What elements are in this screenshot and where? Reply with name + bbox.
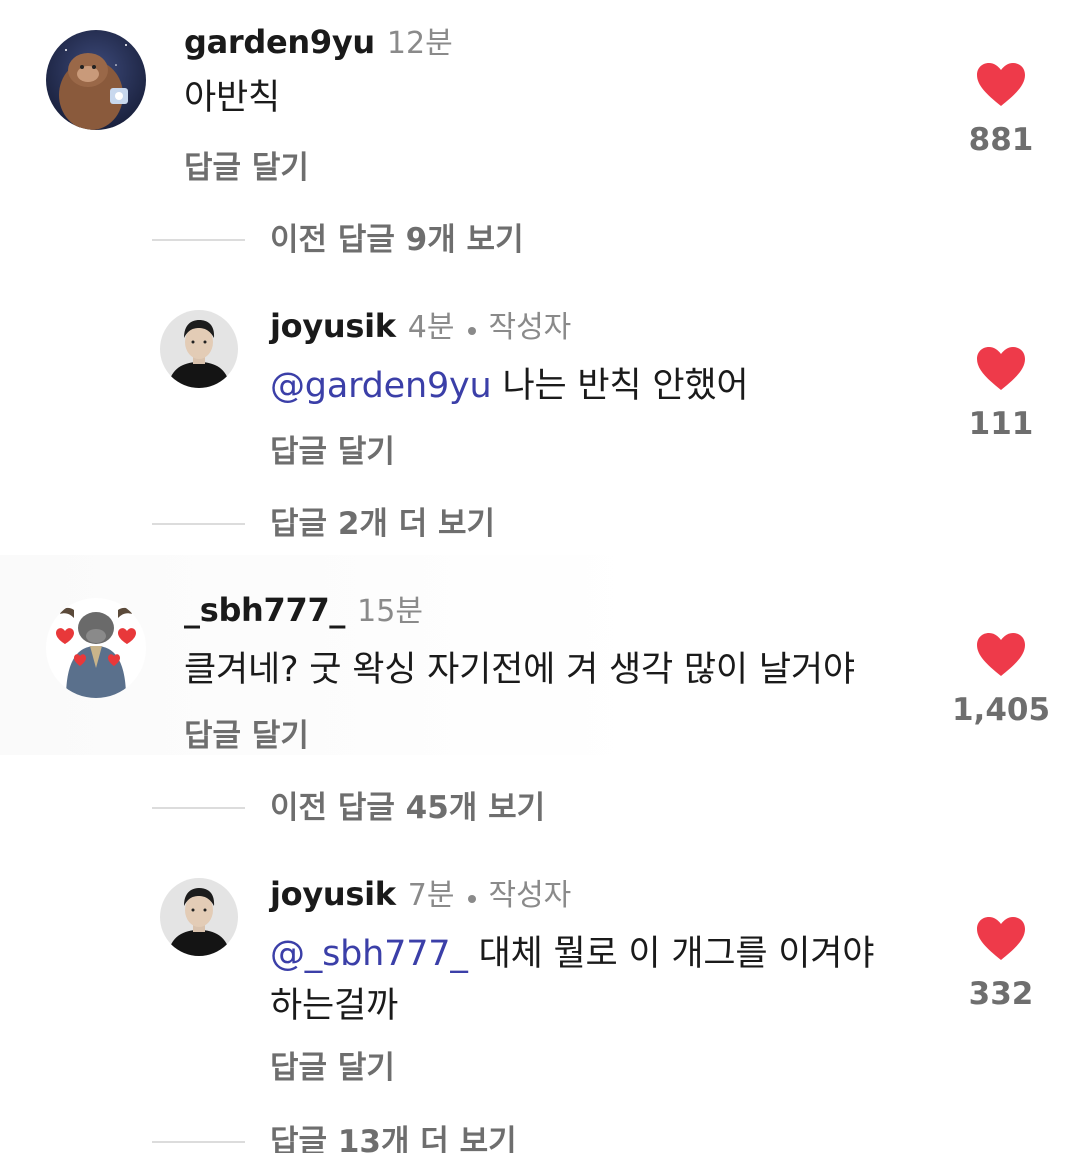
- like-button[interactable]: 1,405: [946, 632, 1056, 728]
- avatar[interactable]: [46, 30, 146, 130]
- orangutan-avatar-icon: [46, 30, 146, 130]
- author-badge: 작성자: [488, 878, 572, 913]
- comment-text: @_sbh777_ 대체 뭘로 이 개그를 이겨야 하는걸까: [270, 928, 874, 1032]
- heart-icon: [977, 917, 1025, 960]
- divider-line: [152, 1141, 245, 1143]
- reply-button[interactable]: 답글 달기: [270, 426, 395, 471]
- avatar[interactable]: [46, 598, 146, 698]
- reply-button[interactable]: 답글 달기: [184, 710, 309, 755]
- divider-line: [152, 807, 245, 809]
- like-count: 881: [968, 122, 1034, 158]
- like-button[interactable]: 111: [946, 346, 1056, 442]
- reply-joyusik-2: joyusik 7분 작성자 @_sbh777_ 대체 뭘로 이 개그를 이겨야 하…: [0, 858, 1080, 1098]
- username[interactable]: garden9yu: [184, 23, 375, 61]
- timestamp: 12분: [386, 26, 453, 61]
- heart-icon: [977, 63, 1025, 106]
- like-button[interactable]: 332: [946, 916, 1056, 1012]
- buffalo-hearts-avatar-icon: [46, 598, 146, 698]
- avatar[interactable]: [160, 878, 238, 956]
- person-avatar-icon: [160, 310, 238, 388]
- reply-joyusik-1: joyusik 4분 작성자 @garden9yu 나는 반칙 안했어 답글 달기 …: [0, 290, 1080, 490]
- divider-line: [152, 523, 245, 525]
- view-replies-label: 이전 답글 45개 보기: [270, 790, 546, 826]
- username[interactable]: joyusik: [270, 875, 396, 913]
- avatar[interactable]: [160, 310, 238, 388]
- reply-button[interactable]: 답글 달기: [270, 1042, 395, 1087]
- comment-body-line2: 하는걸까: [270, 986, 399, 1026]
- comment-body: 나는 반칙 안했어: [491, 366, 749, 406]
- comment-body: 클겨네? 굿 왁싱 자기전에 겨 생각 많이 날거야: [184, 650, 855, 690]
- timestamp: 4분: [407, 310, 455, 345]
- timestamp: 7분: [407, 878, 455, 913]
- comment-body: 아반칙: [184, 78, 281, 118]
- comment-meta: _sbh777_ 15분: [184, 594, 423, 627]
- comment-text: 클겨네? 굿 왁싱 자기전에 겨 생각 많이 날거야: [184, 644, 855, 696]
- comment-meta: joyusik 7분 작성자: [270, 878, 571, 911]
- comments-page: garden9yu 12분 아반칙 답글 달기 881 이전 답글 9개 보기: [0, 0, 1080, 1153]
- view-replies-label: 이전 답글 9개 보기: [270, 222, 524, 258]
- comment-text: 아반칙: [184, 72, 280, 124]
- comment-text: @garden9yu 나는 반칙 안했어: [270, 360, 749, 412]
- comment-meta: garden9yu 12분: [184, 26, 453, 59]
- person-avatar-icon: [160, 878, 238, 956]
- heart-icon: [977, 347, 1025, 390]
- timestamp: 15분: [357, 594, 423, 629]
- comment-meta: joyusik 4분 작성자: [270, 310, 571, 343]
- comment-body-line1: 대체 뭘로 이 개그를 이겨야: [467, 934, 875, 974]
- username[interactable]: joyusik: [270, 307, 396, 345]
- like-count: 332: [968, 976, 1034, 1012]
- view-replies-label: 답글 13개 더 보기: [270, 1124, 517, 1153]
- view-replies-label: 답글 2개 더 보기: [270, 506, 496, 542]
- username[interactable]: _sbh777_: [184, 591, 345, 629]
- author-badge: 작성자: [488, 310, 572, 345]
- separator-dot: [468, 326, 477, 335]
- comment-sbh777: _sbh777_ 15분 클겨네? 굿 왁싱 자기전에 겨 생각 많이 날거야 답…: [0, 570, 1080, 770]
- separator-dot: [468, 894, 477, 903]
- mention-link[interactable]: @garden9yu: [270, 366, 492, 406]
- reply-button[interactable]: 답글 달기: [184, 142, 309, 187]
- heart-icon: [977, 633, 1025, 676]
- divider-line: [152, 239, 245, 241]
- comment-garden9yu: garden9yu 12분 아반칙 답글 달기 881: [0, 0, 1080, 200]
- like-count: 1,405: [951, 692, 1051, 728]
- like-button[interactable]: 881: [946, 62, 1056, 158]
- like-count: 111: [968, 406, 1034, 442]
- mention-link[interactable]: @_sbh777_: [270, 934, 468, 974]
